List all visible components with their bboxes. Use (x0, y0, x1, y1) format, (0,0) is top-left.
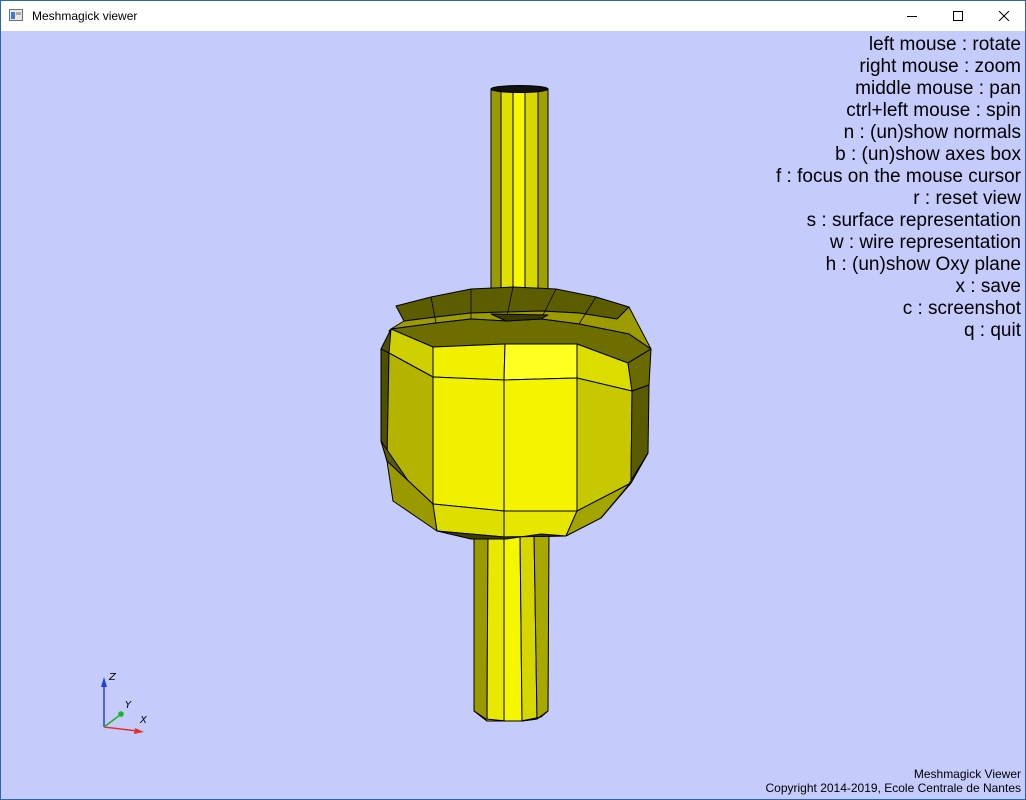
title-bar[interactable]: Meshmagick viewer (1, 1, 1025, 31)
close-button[interactable] (981, 1, 1025, 31)
help-line: q : quit (963, 320, 1021, 341)
app-window: Meshmagick viewer left mouse: rotate ri… (0, 0, 1026, 800)
help-line: s : surface representation (806, 210, 1021, 231)
window-title: Meshmagick viewer (32, 9, 138, 23)
help-line: r : reset view (913, 188, 1021, 209)
credits-copyright: Copyright 2014-2019, Ecole Centrale de N… (765, 781, 1022, 795)
maximize-icon (953, 11, 963, 21)
orientation-axes: Z Y X (101, 672, 148, 734)
close-icon (999, 11, 1009, 21)
credits-name: Meshmagick Viewer (913, 767, 1021, 781)
help-line: b : (un)show axes box (835, 144, 1021, 165)
help-line: ctrl+left mouse : spin (846, 100, 1021, 121)
help-overlay: left mouse : rotate right mouse : zoom m… (776, 34, 1021, 342)
maximize-button[interactable] (935, 1, 981, 31)
3d-viewport[interactable]: left mouse : rotate right mouse : zoom m… (1, 31, 1025, 799)
help-line: middle mouse : pan (855, 78, 1021, 99)
lower-shaft (473, 530, 550, 722)
help-line: n : (un)show normals (843, 122, 1021, 143)
help-line: h : (un)show Oxy plane (825, 254, 1021, 275)
help-line: f : focus on the mouse cursor (775, 166, 1021, 187)
minimize-icon (907, 16, 917, 17)
minimize-button[interactable] (889, 1, 935, 31)
help-line: w : wire representation (829, 232, 1021, 253)
app-icon (9, 9, 23, 21)
help-line: x : save (955, 276, 1021, 297)
help-line: c : screenshot (902, 298, 1021, 319)
credits: Meshmagick Viewer Copyright 2014-2019, E… (766, 767, 1022, 795)
upper-shaft (490, 85, 549, 318)
x-axis-label: X (139, 715, 148, 726)
help-line: left mouse : rotate (868, 34, 1021, 55)
y-axis-label: Y (125, 700, 132, 711)
z-axis-label: Z (108, 672, 117, 683)
help-line: right mouse : zoom (859, 56, 1021, 77)
